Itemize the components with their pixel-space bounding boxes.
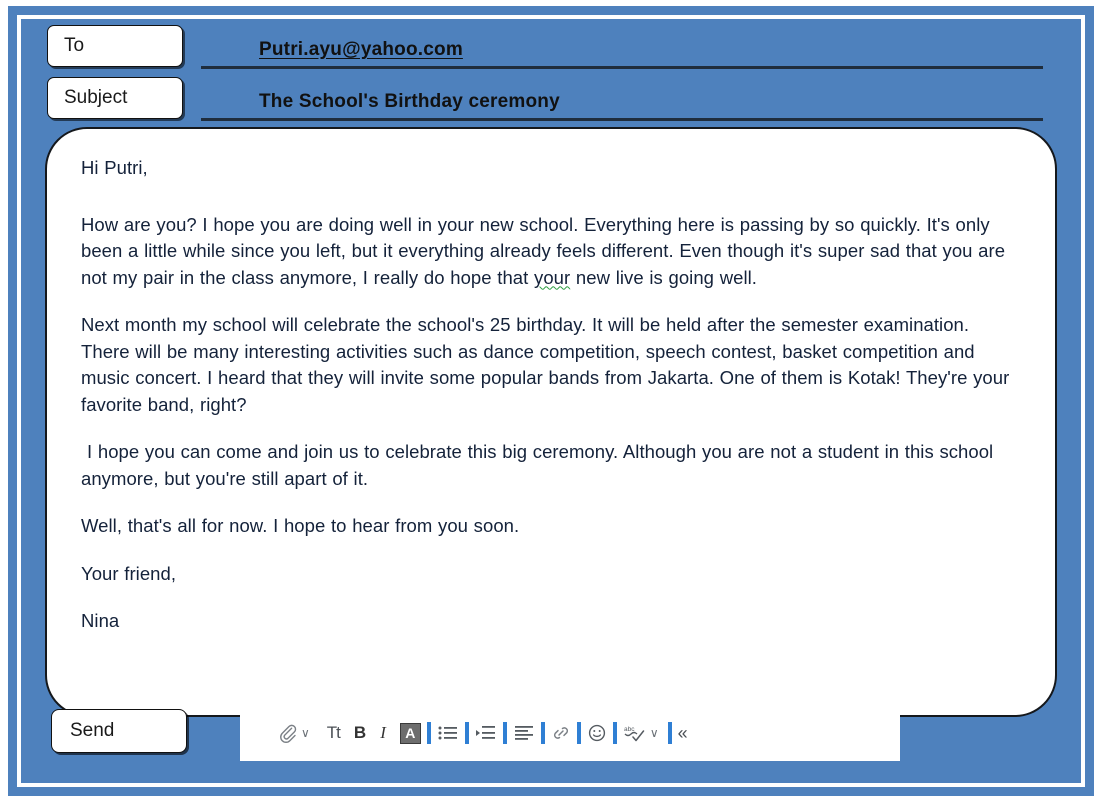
to-field-rule (201, 66, 1043, 69)
subject-input-wrap[interactable]: The School's Birthday ceremony (201, 77, 1043, 121)
attach-icon[interactable] (278, 718, 298, 748)
compose-window-frame: To Putri.ayu@yahoo.com Subject The Schoo… (8, 6, 1094, 796)
font-size-icon[interactable]: Tt (327, 718, 341, 748)
subject-label-chip[interactable]: Subject (47, 77, 183, 119)
message-body-editor[interactable]: Hi Putri, How are you? I hope you are do… (45, 127, 1057, 717)
link-icon[interactable] (551, 718, 571, 748)
attach-dropdown-chevron-icon[interactable]: ∨ (298, 718, 313, 748)
compose-canvas: To Putri.ayu@yahoo.com Subject The Schoo… (21, 19, 1081, 783)
send-button-label: Send (70, 720, 115, 741)
spell-check-icon[interactable]: abc (623, 718, 647, 748)
body-greeting: Hi Putri, (81, 157, 148, 178)
toolbar-separator-3 (502, 722, 507, 744)
body-paragraph-4: Well, that's all for now. I hope to hear… (81, 515, 520, 536)
to-input-wrap[interactable]: Putri.ayu@yahoo.com (201, 25, 1043, 69)
subject-field-row: Subject The School's Birthday ceremony (21, 77, 1081, 123)
collapse-toolbar-icon[interactable]: « (678, 718, 688, 748)
italic-icon[interactable]: I (380, 718, 386, 748)
to-input-value[interactable]: Putri.ayu@yahoo.com (259, 39, 463, 61)
subject-label: Subject (64, 87, 128, 108)
bold-icon[interactable]: B (354, 718, 366, 748)
formatting-toolbar: ∨ Tt B I A abc ∨ « (240, 705, 900, 761)
toolbar-separator-1 (426, 722, 431, 744)
body-paragraph-2: Next month my school will celebrate the … (81, 314, 1010, 415)
compose-footer: Send ∨ Tt B I A abc ∨ « (45, 701, 1057, 769)
text-highlight-icon[interactable]: A (399, 718, 421, 748)
toolbar-separator-7 (667, 722, 672, 744)
body-paragraph-1: How are you? I hope you are doing well i… (81, 212, 1021, 292)
subject-field-rule (201, 118, 1043, 121)
align-icon[interactable] (513, 718, 535, 748)
compose-window-inner: To Putri.ayu@yahoo.com Subject The Schoo… (17, 15, 1085, 787)
grammar-flagged-word[interactable]: your (534, 267, 570, 288)
body-paragraph-3: I hope you can come and join us to celeb… (81, 441, 994, 489)
toolbar-separator-4 (540, 722, 545, 744)
emoji-icon[interactable] (587, 718, 607, 748)
bulleted-list-icon[interactable] (437, 718, 459, 748)
to-label-chip[interactable]: To (47, 25, 183, 67)
toolbar-separator-2 (464, 722, 469, 744)
compose-header: To Putri.ayu@yahoo.com Subject The Schoo… (21, 19, 1081, 124)
to-field-row: To Putri.ayu@yahoo.com (21, 25, 1081, 71)
body-paragraph-1-part-b: new live is going well. (570, 266, 757, 288)
to-label: To (64, 35, 85, 56)
body-signature: Nina (81, 610, 120, 631)
indent-icon[interactable] (475, 718, 497, 748)
subject-input-value[interactable]: The School's Birthday ceremony (259, 91, 560, 113)
toolbar-separator-5 (576, 722, 581, 744)
toolbar-separator-6 (612, 722, 617, 744)
spell-check-dropdown-chevron-icon[interactable]: ∨ (647, 718, 662, 748)
send-button[interactable]: Send (51, 709, 187, 753)
body-closing: Your friend, (81, 562, 177, 584)
